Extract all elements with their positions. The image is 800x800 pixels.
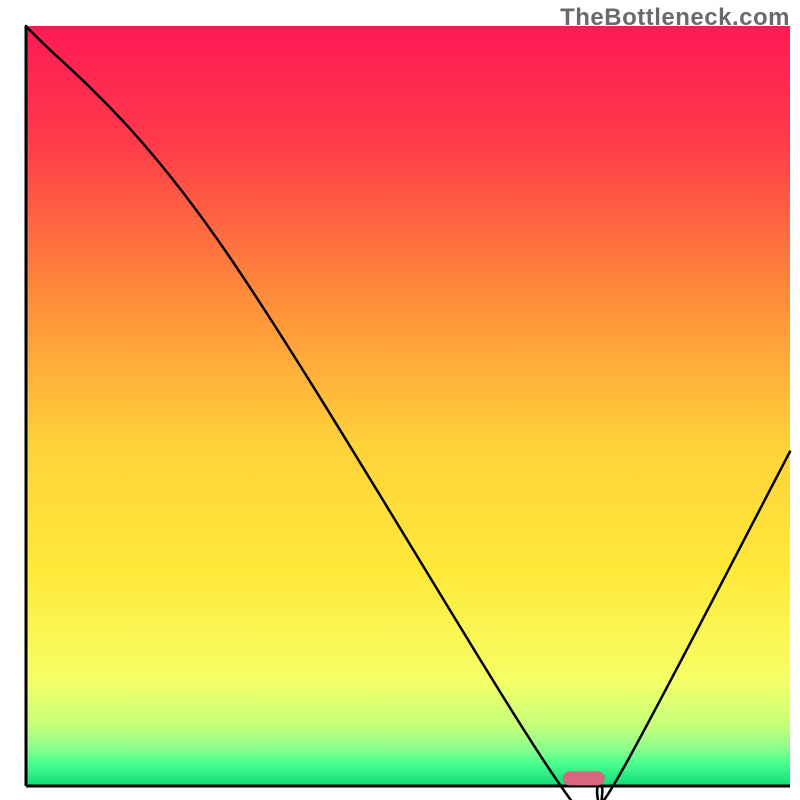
chart-stage: TheBottleneck.com (0, 0, 800, 800)
bottleneck-curve-chart (0, 0, 800, 800)
optimal-marker (563, 771, 605, 785)
